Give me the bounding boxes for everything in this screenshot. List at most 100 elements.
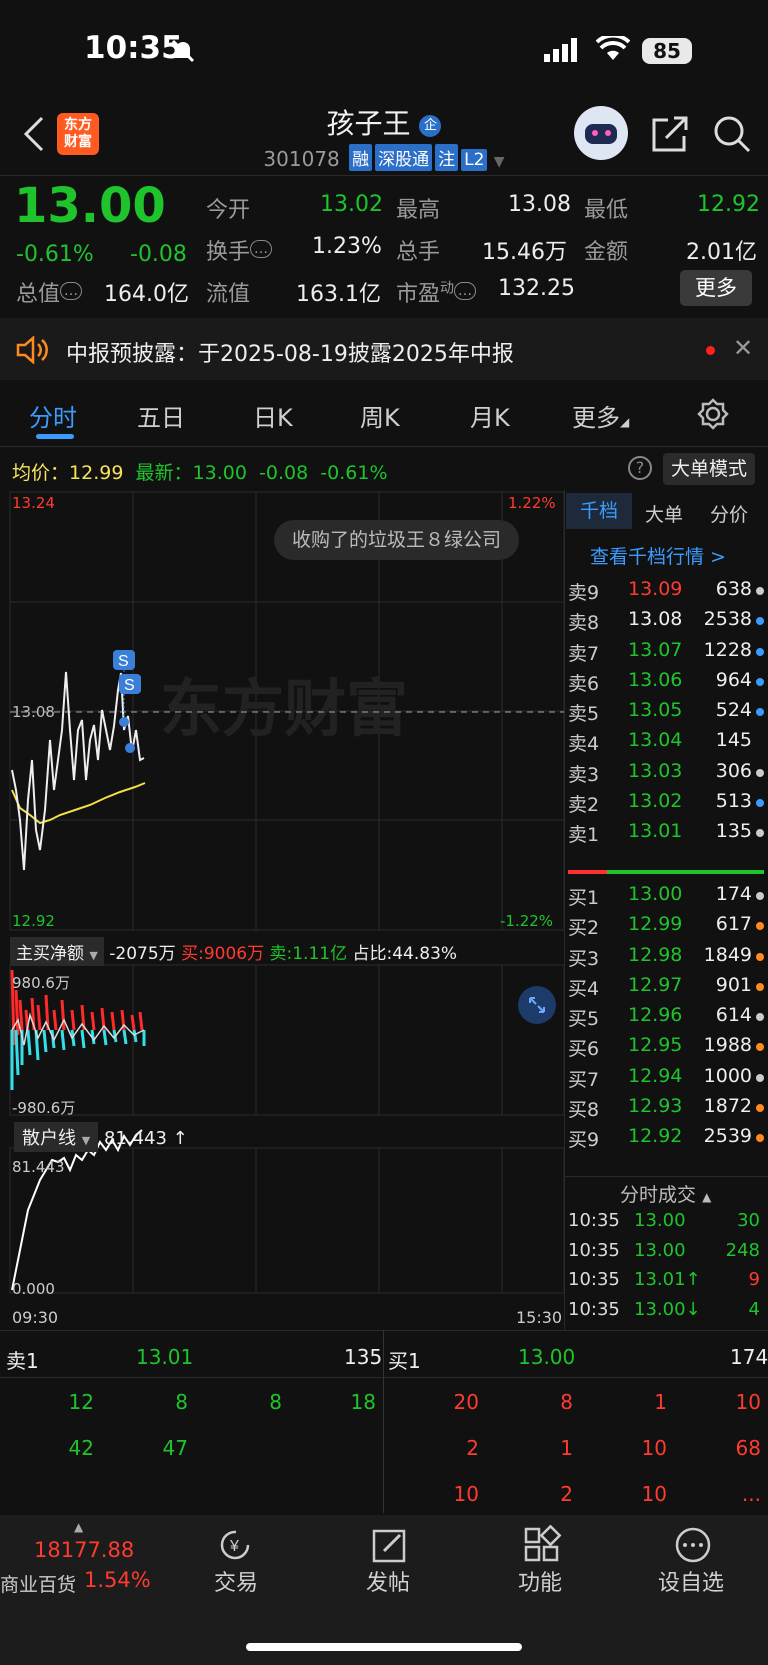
share-icon[interactable] bbox=[650, 114, 690, 154]
order-dot bbox=[756, 1073, 764, 1082]
tab-monthly[interactable]: 月K bbox=[470, 398, 510, 433]
tick-price: 13.01↑ bbox=[634, 1269, 701, 1290]
float-value: 163.1亿 bbox=[296, 282, 381, 307]
dropdown-icon[interactable]: ▼ bbox=[494, 154, 505, 170]
robot-avatar[interactable] bbox=[574, 106, 628, 160]
bid-row[interactable]: 买7 12.94 1000 bbox=[566, 1065, 766, 1095]
notice-bar[interactable]: 中报预披露：于2025-08-19披露2025年中报 ✕ bbox=[0, 318, 768, 380]
bid-price: 12.93 bbox=[628, 1095, 683, 1118]
tick-time: 10:35 bbox=[568, 1239, 620, 1261]
caret-up-icon[interactable]: ▲ bbox=[74, 1520, 83, 1534]
bid-row[interactable]: 买5 12.96 614 bbox=[566, 1004, 766, 1034]
ask-row[interactable]: 卖7 13.07 1228 bbox=[566, 639, 766, 669]
bid-level-label: 买5 bbox=[568, 1008, 600, 1031]
post-icon[interactable] bbox=[370, 1525, 410, 1565]
ask-row[interactable]: 卖5 13.05 524 bbox=[566, 699, 766, 729]
info-icon[interactable]: … bbox=[454, 282, 477, 300]
search-icon[interactable] bbox=[712, 114, 752, 154]
bid-volume: 174 bbox=[715, 883, 752, 905]
nav-add-watchlist[interactable]: 设自选 bbox=[641, 1565, 741, 1597]
tick-row: 10:35 13.00 248 bbox=[566, 1240, 766, 1270]
intraday-chart[interactable]: 东方财富 S S bbox=[0, 490, 564, 1330]
net-flow-selector[interactable]: 主买净额 ▼ bbox=[10, 937, 104, 966]
index-name[interactable]: 商业百货 bbox=[0, 1570, 76, 1597]
bid-row[interactable]: 买1 13.00 174 bbox=[566, 883, 766, 913]
bid-list: 买1 13.00 174 买2 12.99 617 买3 12.98 1849 买4 12.97 90… bbox=[566, 883, 766, 1156]
bid-level-label: 买4 bbox=[568, 977, 600, 1000]
tag-margin: 融 bbox=[349, 144, 373, 171]
bid-row[interactable]: 买2 12.99 617 bbox=[566, 913, 766, 943]
tab-price-dist[interactable]: 分价 bbox=[710, 500, 748, 527]
ask-row[interactable]: 卖9 13.09 638 bbox=[566, 578, 766, 608]
nav-post[interactable]: 发帖 bbox=[338, 1565, 438, 1597]
tick-row: 10:35 13.00↓ 4 bbox=[566, 1299, 766, 1329]
queue-order-size: 1 bbox=[560, 1436, 573, 1460]
ask-row[interactable]: 卖2 13.02 513 bbox=[566, 790, 766, 820]
functions-icon[interactable] bbox=[522, 1525, 562, 1565]
expand-icon[interactable] bbox=[518, 986, 556, 1024]
net-flow-header: 主买净额 ▼ -2075万 买:9006万 卖:1.11亿 占比:44.83% bbox=[0, 937, 564, 967]
ask-row[interactable]: 卖6 13.06 964 bbox=[566, 669, 766, 699]
order-dot bbox=[756, 1013, 764, 1022]
bid-row[interactable]: 买8 12.93 1872 bbox=[566, 1095, 766, 1125]
tick-price: 13.00↓ bbox=[634, 1298, 701, 1320]
mktcap-label: 总值… bbox=[16, 276, 83, 308]
tab-weekly[interactable]: 周K bbox=[360, 398, 400, 433]
ask-level-label: 卖9 bbox=[568, 582, 600, 604]
mktcap-value: 164.0亿 bbox=[104, 282, 189, 307]
bid-row[interactable]: 买3 12.98 1849 bbox=[566, 944, 766, 974]
index-value[interactable]: 18177.88 bbox=[34, 1538, 134, 1562]
queue-order-size: 10 bbox=[641, 1436, 667, 1460]
sell-queue: 12 8 8 18 42 47 bbox=[0, 1390, 383, 1482]
index-pct[interactable]: 1.54% bbox=[84, 1568, 151, 1592]
net-flow-sell: 卖:1.11亿 bbox=[269, 944, 348, 964]
queue-order-size: 42 bbox=[68, 1436, 94, 1460]
ask-row[interactable]: 卖8 13.08 2538 bbox=[566, 608, 766, 638]
bid-price: 12.99 bbox=[628, 913, 683, 936]
signal-icon bbox=[544, 38, 577, 62]
ask-row[interactable]: 卖3 13.03 306 bbox=[566, 760, 766, 790]
tick-row: 10:35 13.01↑ 9 bbox=[566, 1269, 766, 1299]
bid-row[interactable]: 买9 12.92 2539 bbox=[566, 1125, 766, 1155]
more-button[interactable]: 更多 bbox=[680, 270, 752, 306]
pe-label: 市盈动… bbox=[396, 276, 477, 308]
ask-price: 13.05 bbox=[628, 699, 683, 722]
info-icon[interactable]: … bbox=[250, 240, 273, 258]
info-icon[interactable]: … bbox=[60, 282, 83, 300]
close-icon[interactable]: ✕ bbox=[733, 334, 753, 362]
queue-order-size: ... bbox=[741, 1482, 761, 1506]
tab-more[interactable]: 更多◢ bbox=[572, 398, 629, 433]
nav-trade[interactable]: 交易 bbox=[186, 1565, 286, 1597]
tick-volume: 9 bbox=[748, 1269, 760, 1290]
tab-5day[interactable]: 五日 bbox=[137, 398, 185, 433]
price-line bbox=[11, 671, 145, 871]
tab-intraday[interactable]: 分时 bbox=[29, 398, 77, 433]
trade-icon[interactable]: ¥ bbox=[216, 1525, 256, 1565]
more-dots-icon[interactable] bbox=[673, 1525, 713, 1565]
chart-info: 均价：12.99 最新：13.00 -0.08 -0.61% bbox=[12, 462, 388, 484]
buy-queue: 20 8 1 10 2 1 10 68 10 2 10... bbox=[385, 1390, 768, 1528]
bid-level-label: 买6 bbox=[568, 1038, 600, 1061]
tick-volume: 30 bbox=[737, 1210, 760, 1231]
comment-bubble[interactable]: 收购了的垃圾王８绿公司 bbox=[274, 520, 520, 560]
tab-depth[interactable]: 千档 bbox=[566, 493, 632, 529]
ask-row[interactable]: 卖4 13.04 145 bbox=[566, 729, 766, 759]
home-indicator bbox=[246, 1643, 522, 1651]
depth-link[interactable]: 查看千档行情 > bbox=[590, 542, 726, 569]
bid-row[interactable]: 买4 12.97 901 bbox=[566, 974, 766, 1004]
tab-daily[interactable]: 日K bbox=[253, 398, 293, 433]
nav-functions[interactable]: 功能 bbox=[490, 1565, 590, 1597]
bid-row[interactable]: 买6 12.95 1988 bbox=[566, 1034, 766, 1064]
tab-big-orders[interactable]: 大单 bbox=[645, 500, 683, 527]
retail-selector[interactable]: 散户线 ▼ bbox=[14, 1122, 99, 1152]
ask-volume: 2538 bbox=[703, 608, 752, 631]
big-order-mode-button[interactable]: 大单模式 bbox=[663, 453, 755, 485]
settings-icon[interactable] bbox=[697, 398, 729, 430]
help-icon[interactable]: ? bbox=[628, 456, 652, 480]
queue-row: 42 47 bbox=[0, 1436, 383, 1482]
order-dot bbox=[756, 952, 764, 961]
ask-row[interactable]: 卖1 13.01 135 bbox=[566, 820, 766, 850]
queue-row: 2 1 10 68 bbox=[385, 1436, 768, 1482]
queue-order-size: 8 bbox=[175, 1390, 188, 1414]
ticks-title[interactable]: 分时成交 ▲ bbox=[620, 1180, 711, 1207]
